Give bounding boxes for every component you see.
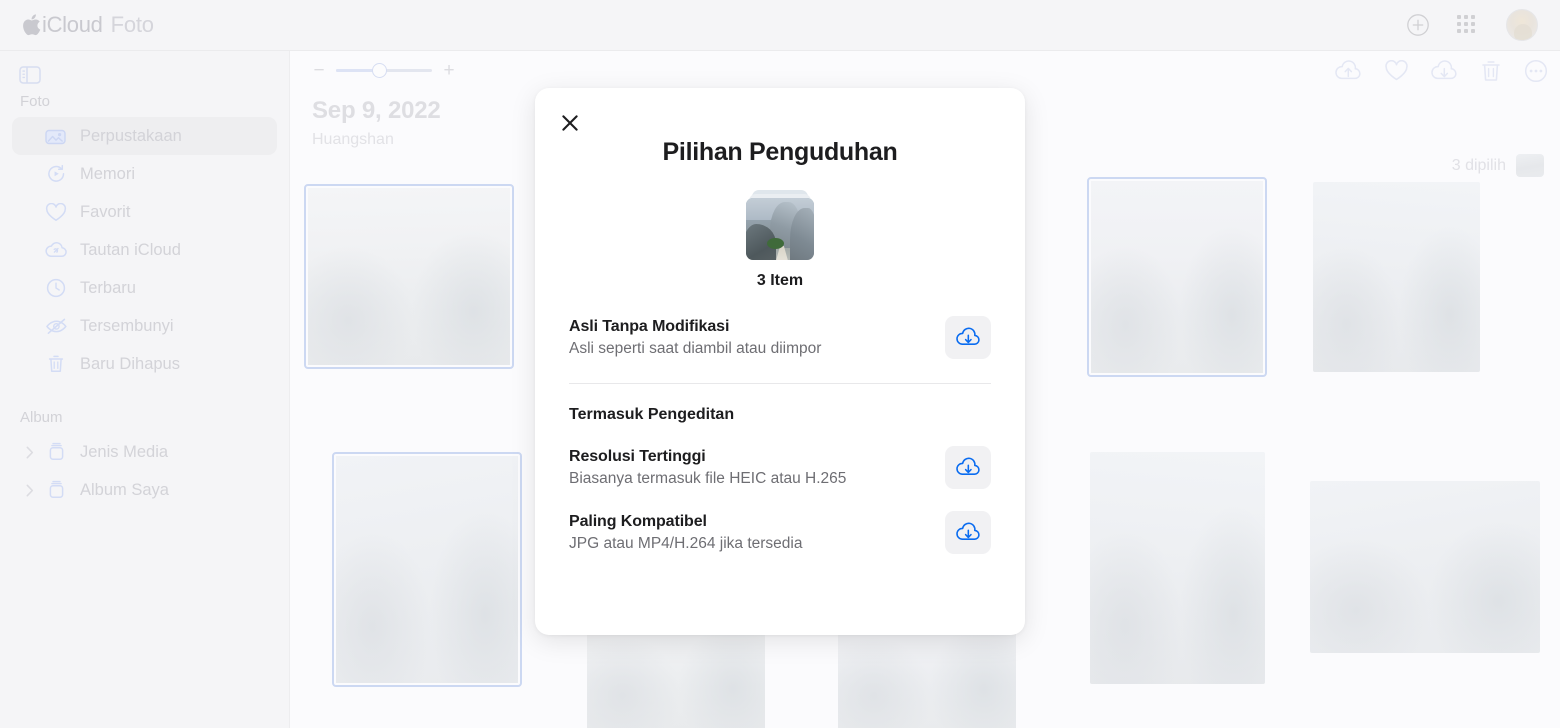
divider [569,383,991,384]
sidebar-item-tersembunyi[interactable]: Tersembunyi [12,307,277,345]
zoom-out-button[interactable]: − [312,61,326,80]
option-text: Asli Tanpa Modifikasi Asli seperti saat … [569,318,945,358]
download-button[interactable] [945,316,991,359]
album-icon [44,479,68,501]
chevron-right-icon[interactable] [22,446,38,459]
icloud-link-icon [44,239,68,261]
sidebar-toggle-icon[interactable] [14,61,46,88]
date-heading: Sep 9, 2022 [312,97,441,124]
icloud-photos-app: iCloud Foto Foto Perpustakaan Memori Fav… [0,0,1560,728]
photo-tile[interactable] [304,184,514,369]
top-bar-actions [1406,9,1538,41]
plus-circle-icon[interactable] [1406,13,1430,37]
sidebar-item-label: Tersembunyi [80,316,174,335]
dialog-title: Pilihan Penguduhan [662,138,898,166]
trash-icon [44,353,68,375]
option-paling-kompatibel[interactable]: Paling Kompatibel JPG atau MP4/H.264 jik… [569,511,991,554]
sidebar-item-label: Favorit [80,202,131,221]
top-bar: iCloud Foto [0,0,1560,51]
download-options-list: Asli Tanpa Modifikasi Asli seperti saat … [535,316,1025,554]
sidebar-item-terbaru[interactable]: Terbaru [12,269,277,307]
sidebar-item-memori[interactable]: Memori [12,155,277,193]
app-grid-icon[interactable] [1456,14,1480,36]
cloud-download-icon[interactable] [1431,60,1458,82]
memories-icon [44,163,68,185]
selection-preview: 3 Item [535,190,1025,290]
selection-count-label: 3 dipilih [1451,156,1506,174]
sidebar-item-perpustakaan[interactable]: Perpustakaan [12,117,277,155]
sidebar-item-label: Perpustakaan [80,126,182,145]
photos-library-icon [44,125,68,147]
sidebar-item-tautan-icloud[interactable]: Tautan iCloud [12,231,277,269]
heart-icon[interactable] [1384,60,1409,82]
sidebar-item-label: Terbaru [80,278,136,297]
brand-app-label: Foto [110,12,154,37]
sidebar-item-baru-dihapus[interactable]: Baru Dihapus [12,345,277,383]
zoom-slider-control[interactable]: − + [312,61,456,80]
more-circle-icon[interactable] [1524,59,1548,83]
location-label: Huangshan [312,131,394,148]
sidebar-item-album-saya[interactable]: Album Saya [12,471,277,509]
trash-icon[interactable] [1480,59,1502,83]
brand-icloud-label: iCloud [42,12,103,37]
photo-tile[interactable] [1090,452,1265,684]
option-title: Asli Tanpa Modifikasi [569,317,730,335]
sidebar-item-label: Baru Dihapus [80,354,180,373]
sidebar-item-jenis-media[interactable]: Jenis Media [12,433,277,471]
zoom-slider-track[interactable] [336,63,432,78]
sidebar-section-foto-label: Foto [20,93,51,110]
photo-tile[interactable] [1310,481,1540,653]
zoom-slider-thumb[interactable] [372,63,387,78]
photo-stack-thumbnail [746,190,814,260]
cloud-download-icon [955,522,980,540]
close-icon[interactable] [557,110,583,136]
download-button[interactable] [945,511,991,554]
heart-icon [44,201,68,223]
option-asli-tanpa-modifikasi[interactable]: Asli Tanpa Modifikasi Asli seperti saat … [569,316,991,359]
options-group-title: Termasuk Pengeditan [569,406,735,423]
cloud-download-icon [955,327,980,345]
download-options-dialog: Pilihan Penguduhan 3 Item Asli Tanpa Mod… [535,88,1025,635]
zoom-in-button[interactable]: + [442,61,456,80]
sidebar-item-label: Memori [80,164,136,183]
cloud-upload-icon[interactable] [1335,60,1362,82]
option-subtitle: Asli seperti saat diambil atau diimpor [569,339,822,357]
photo-tile[interactable] [1087,177,1267,377]
clock-icon [44,277,68,299]
eye-slash-icon [44,315,68,337]
sidebar-item-label: Jenis Media [80,442,169,461]
photo-tile[interactable] [332,452,522,687]
chevron-right-icon[interactable] [22,484,38,497]
selection-thumbnail [1516,154,1544,177]
sidebar-item-favorit[interactable]: Favorit [12,193,277,231]
brand[interactable]: iCloud Foto [22,12,154,38]
sidebar-item-label: Album Saya [80,480,169,499]
sidebar-item-label: Tautan iCloud [80,240,181,259]
option-resolusi-tertinggi[interactable]: Resolusi Tertinggi Biasanya termasuk fil… [569,446,991,489]
item-count-label: 3 Item [756,272,804,289]
option-text: Resolusi Tertinggi Biasanya termasuk fil… [569,448,945,488]
download-button[interactable] [945,446,991,489]
photo-tile[interactable] [1313,182,1480,372]
sidebar-section-album-label: Album [20,409,63,426]
cloud-download-icon [955,457,980,475]
selection-status: 3 dipilih [1452,154,1544,177]
album-icon [44,441,68,463]
option-title: Resolusi Tertinggi [569,447,706,465]
option-subtitle: Biasanya termasuk file HEIC atau H.265 [569,469,847,487]
selection-toolbar [1335,59,1548,83]
option-text: Paling Kompatibel JPG atau MP4/H.264 jik… [569,513,945,553]
option-subtitle: JPG atau MP4/H.264 jika tersedia [569,534,803,552]
sidebar: Foto Perpustakaan Memori Favorit Tautan … [0,51,290,728]
option-title: Paling Kompatibel [569,512,707,530]
user-avatar[interactable] [1506,9,1538,41]
apple-logo-icon [23,14,41,36]
